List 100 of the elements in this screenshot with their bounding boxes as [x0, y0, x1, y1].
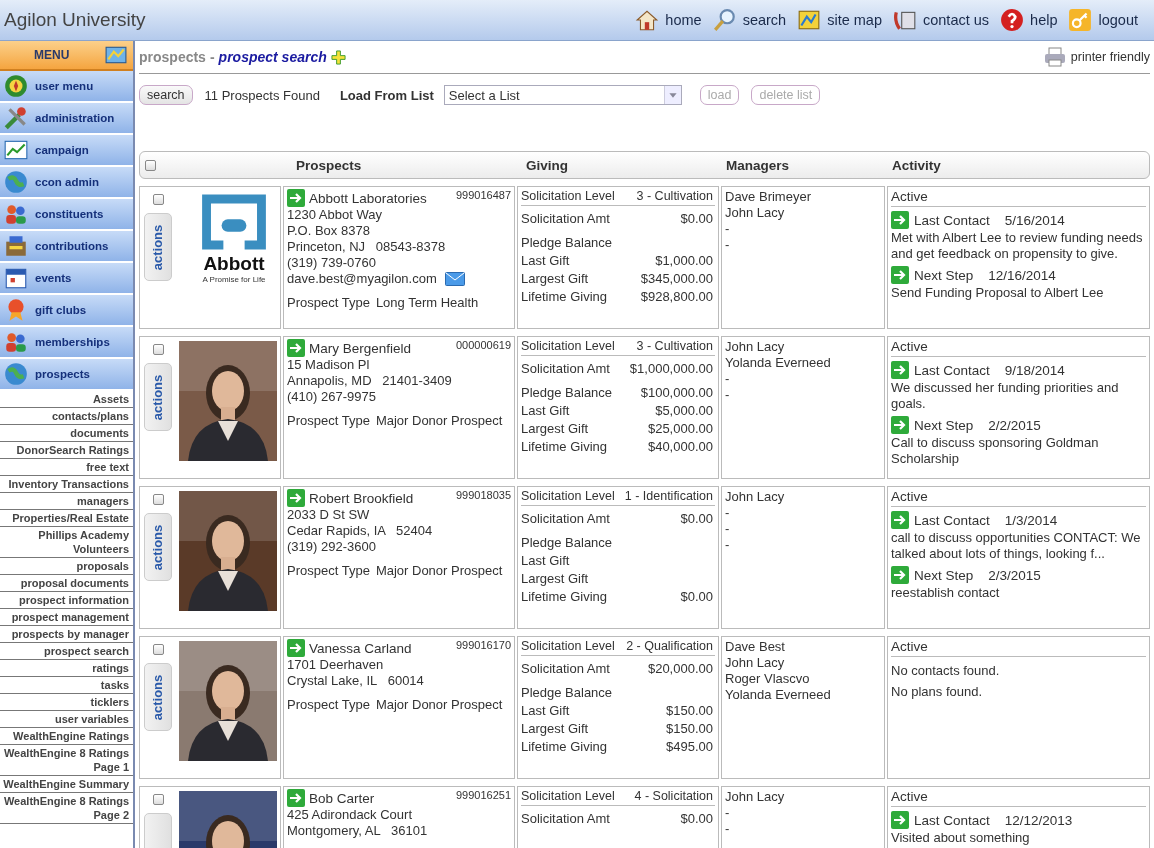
- menu-item[interactable]: gift clubs: [0, 295, 133, 327]
- prospect-id: 999016251: [455, 789, 511, 801]
- giving-label: Solicitation Amt: [521, 660, 610, 678]
- prospect-status: Active: [891, 339, 1146, 357]
- manager-name: -: [725, 387, 731, 403]
- help-icon: [1000, 8, 1025, 32]
- go-arrow-icon[interactable]: [287, 789, 305, 807]
- menu-item[interactable]: constituents: [0, 199, 133, 231]
- prospect-name-link[interactable]: Bob Carter: [309, 790, 375, 806]
- logo-tagline: A Promise for Life: [202, 275, 266, 284]
- nav-link[interactable]: search: [712, 8, 787, 32]
- activity-date: 12/16/2014: [988, 267, 1056, 283]
- manager-name: Dave Brimeyer: [725, 189, 812, 205]
- giving-label: Pledge Balance: [521, 534, 613, 552]
- row-checkbox[interactable]: [152, 344, 164, 355]
- actions-button[interactable]: actions: [144, 363, 172, 431]
- giving-label: Largest Gift: [521, 720, 589, 738]
- menu-item[interactable]: ccon admin: [0, 167, 133, 199]
- register-icon: [3, 233, 29, 259]
- menu-item[interactable]: user menu: [0, 71, 133, 103]
- menu-item[interactable]: contributions: [0, 231, 133, 263]
- manager-name: -: [725, 521, 731, 537]
- prospect-name-link[interactable]: Abbott Laboratories: [309, 190, 427, 206]
- go-arrow-icon[interactable]: [287, 189, 305, 207]
- select-all-checkbox[interactable]: [145, 159, 156, 171]
- giving-amount: $150.00: [666, 702, 713, 720]
- actions-button[interactable]: actions: [144, 513, 172, 581]
- giving-label: Solicitation Amt: [521, 210, 610, 228]
- address-line: Crystal Lake, IL 60014: [287, 673, 425, 689]
- printer-icon: [1043, 47, 1066, 67]
- nav-link[interactable]: logout: [1068, 8, 1138, 32]
- menu-item[interactable]: campaign: [0, 135, 133, 167]
- nav-link[interactable]: help: [1000, 8, 1058, 32]
- nav-link[interactable]: site map: [797, 8, 882, 32]
- activity-label: Next Step: [914, 267, 974, 283]
- email-link[interactable]: dave.best@myagilon.com: [287, 271, 437, 287]
- prospect-type-label: Prospect Type: [287, 563, 370, 579]
- activity-text: Call to discuss sponsoring Goldman Scholarship: [891, 435, 1100, 467]
- add-icon[interactable]: [330, 49, 346, 65]
- address-line: P.O. Box 8378: [287, 223, 371, 239]
- row-checkbox[interactable]: [152, 494, 164, 505]
- prospect-name-link[interactable]: Robert Brookfield: [309, 490, 414, 506]
- go-arrow-icon[interactable]: [891, 361, 909, 379]
- row-checkbox[interactable]: [152, 194, 164, 205]
- row-checkbox[interactable]: [152, 794, 164, 805]
- activity-label: Next Step: [914, 567, 974, 583]
- go-arrow-icon[interactable]: [891, 211, 909, 229]
- breadcrumb-link[interactable]: prospects: [139, 49, 206, 65]
- prospect-type-label: Prospect Type: [287, 295, 370, 311]
- prospect-type-label: Prospect Type: [287, 697, 370, 713]
- giving-label: Solicitation Amt: [521, 510, 610, 528]
- go-arrow-icon[interactable]: [891, 511, 909, 529]
- search-button[interactable]: search: [139, 85, 193, 105]
- address-line: 15 Madison Pl: [287, 357, 371, 373]
- menu-item[interactable]: administration: [0, 103, 133, 135]
- menu-item[interactable]: memberships: [0, 327, 133, 359]
- giving-amount: $345,000.00: [640, 270, 713, 288]
- giving-label: Lifetime Giving: [521, 438, 607, 456]
- actions-button[interactable]: actions: [144, 213, 172, 281]
- activity-date: 9/18/2014: [1004, 362, 1065, 378]
- prospect-name-link[interactable]: Vanessa Carland: [309, 640, 412, 656]
- manager-name: John Lacy: [725, 655, 786, 671]
- key-icon: [1068, 8, 1093, 32]
- address-line: Annapolis, MD 21401-3409: [287, 373, 453, 389]
- go-arrow-icon[interactable]: [891, 811, 909, 829]
- nav-link[interactable]: contact us: [892, 8, 990, 32]
- activity-text: Send Funding Proposal to Albert Lee: [891, 285, 1105, 301]
- menu-item[interactable]: prospects: [0, 359, 133, 391]
- solicitation-level-label: Solicitation Level: [521, 339, 615, 353]
- page-title: prospect search: [218, 49, 327, 65]
- giving-amount: $928,800.00: [640, 288, 713, 306]
- caret-icon: [663, 86, 681, 104]
- go-arrow-icon[interactable]: [891, 416, 909, 434]
- giving-label: Largest Gift: [521, 420, 589, 438]
- prospect-status: Active: [891, 639, 1146, 657]
- activity-date: 12/12/2013: [1004, 812, 1073, 828]
- go-arrow-icon[interactable]: [891, 566, 909, 584]
- envelope-icon[interactable]: [444, 272, 465, 286]
- activity-label: Last Contact: [914, 362, 990, 378]
- globe-icon: [3, 361, 29, 387]
- column-header: Managers: [726, 157, 791, 173]
- activity-label: Last Contact: [914, 812, 990, 828]
- nav-link[interactable]: home: [635, 8, 702, 32]
- go-arrow-icon[interactable]: [287, 339, 305, 357]
- solicitation-level: 3 - Cultivation: [636, 339, 713, 353]
- list-select[interactable]: Select a List: [443, 85, 682, 105]
- prospect-status: Active: [891, 789, 1146, 807]
- go-arrow-icon[interactable]: [287, 639, 305, 657]
- prospect-name-link[interactable]: Mary Bergenfield: [309, 340, 412, 356]
- printer-friendly-link[interactable]: printer friendly: [1043, 47, 1150, 67]
- address-line: (319) 739-0760: [287, 255, 377, 271]
- go-arrow-icon[interactable]: [891, 266, 909, 284]
- actions-button[interactable]: actions: [144, 663, 172, 731]
- giving-amount: $1,000.00: [655, 252, 713, 270]
- activity-note: No plans found.: [891, 684, 984, 699]
- row-checkbox[interactable]: [152, 644, 164, 655]
- go-arrow-icon[interactable]: [287, 489, 305, 507]
- manager-name: John Lacy: [725, 339, 786, 355]
- activity-label: Last Contact: [914, 512, 990, 528]
- menu-item[interactable]: events: [0, 263, 133, 295]
